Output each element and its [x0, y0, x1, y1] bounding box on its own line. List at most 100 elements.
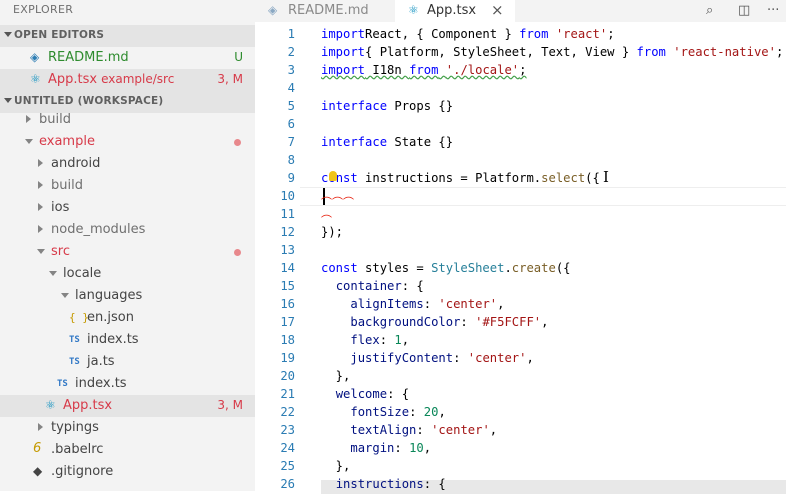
code-token: ,	[438, 405, 446, 419]
code-token: './locale'	[445, 63, 520, 77]
code-token: select	[541, 171, 586, 185]
line-number: 7	[287, 135, 295, 149]
code-token: 20	[423, 405, 439, 419]
tree-folder-node-modules[interactable]: node_modules	[0, 219, 255, 241]
code-editor[interactable]: 1 2 3 4 5 6 7 8 9 10 11 12 13 14 15 16 17 18 19 20 21 22 23 24 2…	[255, 22, 786, 494]
tree-item-label: build	[51, 178, 83, 193]
code-token: React, { Component }	[365, 27, 520, 41]
tab-readme[interactable]: ◈ README.md	[255, 0, 395, 22]
tab-app-tsx[interactable]: ⚛ App.tsx ×	[395, 0, 515, 22]
code-token: container	[335, 279, 402, 293]
editor-tab-bar: ◈ README.md ⚛ App.tsx × ⌕ ◫ ···	[255, 0, 786, 22]
tree-folder-ios[interactable]: ios	[0, 197, 255, 219]
code-token: :	[423, 297, 439, 311]
error-squiggle-icon: ⌒⌒⌒	[321, 196, 354, 209]
chevron-right-icon	[26, 115, 31, 123]
tree-folder-languages[interactable]: languages	[0, 285, 255, 307]
tree-folder-android[interactable]: android	[0, 153, 255, 175]
line-number: 26	[280, 477, 295, 491]
more-actions-icon[interactable]: ···	[767, 3, 779, 18]
editor-pane: ◈ README.md ⚛ App.tsx × ⌕ ◫ ··· 12345678…	[255, 0, 786, 494]
code-token: { Platform, StyleSheet, Text, View }	[365, 45, 637, 59]
tree-item-label: index.ts	[75, 376, 127, 391]
tree-folder-build[interactable]: build	[0, 109, 255, 131]
code-token: import	[321, 27, 366, 41]
tree-file-en-json[interactable]: { } en.json	[0, 307, 255, 329]
markdown-file-icon: ◈	[268, 3, 278, 17]
chevron-down-icon	[4, 32, 12, 37]
chevron-down-icon	[25, 139, 33, 144]
code-token: 'center'	[467, 351, 527, 365]
line-number: 15	[280, 279, 295, 293]
open-editors-section-header[interactable]: OPEN EDITORS	[0, 25, 255, 47]
open-editor-app-tsx[interactable]: ⚛ App.tsx example/src 3, M	[0, 69, 255, 91]
code-token: :	[460, 315, 476, 329]
tree-item-label: languages	[75, 288, 143, 303]
code-line: importReact, { Component } from 'react';	[321, 25, 615, 43]
tree-item-label: node_modules	[51, 222, 146, 237]
line-number: 9	[287, 171, 295, 185]
tree-folder-example[interactable]: example	[0, 131, 255, 153]
tree-file-index-ts[interactable]: TS index.ts	[0, 329, 255, 351]
file-path: example/src	[101, 72, 175, 86]
code-line: justifyContent: 'center',	[321, 349, 533, 367]
code-token: ,	[497, 297, 505, 311]
line-number: 6	[287, 117, 295, 131]
search-preview-icon[interactable]: ⌕	[706, 3, 713, 18]
code-token: 'center'	[438, 297, 498, 311]
code-token: instructions	[335, 477, 424, 491]
code-token: },	[321, 369, 351, 383]
lightbulb-icon[interactable]	[329, 171, 337, 181]
current-line-highlight	[300, 187, 786, 206]
code-token: Props {}	[387, 99, 454, 113]
line-number: 3	[287, 63, 295, 77]
tree-file-ja-ts[interactable]: TS ja.ts	[0, 351, 255, 373]
tree-item-label: index.ts	[87, 332, 139, 347]
tree-item-label: android	[51, 156, 101, 171]
code-token: margin	[350, 441, 395, 455]
tree-folder-build[interactable]: build	[0, 175, 255, 197]
chevron-right-icon	[38, 423, 43, 431]
chevron-down-icon	[4, 98, 12, 103]
chevron-down-icon	[61, 293, 69, 298]
tree-folder-locale[interactable]: locale	[0, 263, 255, 285]
line-number: 10	[280, 189, 295, 203]
tree-item-label: .gitignore	[51, 464, 114, 479]
code-token: 'center'	[431, 423, 490, 437]
tree-file-babelrc[interactable]: 6 .babelrc	[0, 439, 255, 461]
code-line: interface Props {}	[321, 97, 453, 115]
tree-item-label: locale	[63, 266, 102, 281]
explorer-title: EXPLORER	[13, 3, 74, 16]
markdown-file-icon: ◈	[30, 50, 40, 64]
tree-item-label: App.tsx	[63, 398, 113, 413]
line-number: 25	[280, 459, 295, 473]
tab-label: README.md	[288, 3, 369, 18]
tree-file-gitignore[interactable]: ◆ .gitignore	[0, 461, 255, 483]
tree-item-label: ios	[51, 200, 70, 215]
close-icon[interactable]: ×	[491, 1, 504, 19]
modified-dot-icon	[234, 139, 241, 146]
react-file-icon: ⚛	[30, 72, 41, 86]
tree-item-label: .babelrc	[51, 442, 104, 457]
typescript-file-icon: TS	[69, 335, 80, 345]
code-line: import{ Platform, StyleSheet, Text, View…	[321, 43, 783, 61]
code-line: backgroundColor: '#F5FCFF',	[321, 313, 549, 331]
code-token: import	[321, 45, 366, 59]
code-token: StyleSheet	[431, 261, 505, 275]
code-token: 1	[394, 333, 402, 347]
code-token: ,	[541, 315, 549, 329]
tree-folder-src[interactable]: src	[0, 241, 255, 263]
tree-file-index-ts[interactable]: TS index.ts	[0, 373, 255, 395]
mouse-ibeam-cursor-icon: I	[603, 168, 609, 186]
tree-folder-typings[interactable]: typings	[0, 417, 255, 439]
code-token: : {	[423, 477, 446, 491]
split-editor-icon[interactable]: ◫	[738, 3, 750, 18]
tree-file-app-tsx[interactable]: ⚛ App.tsx 3, M	[0, 395, 255, 417]
code-token: :	[394, 441, 410, 455]
chevron-right-icon	[38, 225, 43, 233]
open-editor-readme[interactable]: ◈ README.md U	[0, 47, 255, 69]
code-line: alignItems: 'center',	[321, 295, 504, 313]
